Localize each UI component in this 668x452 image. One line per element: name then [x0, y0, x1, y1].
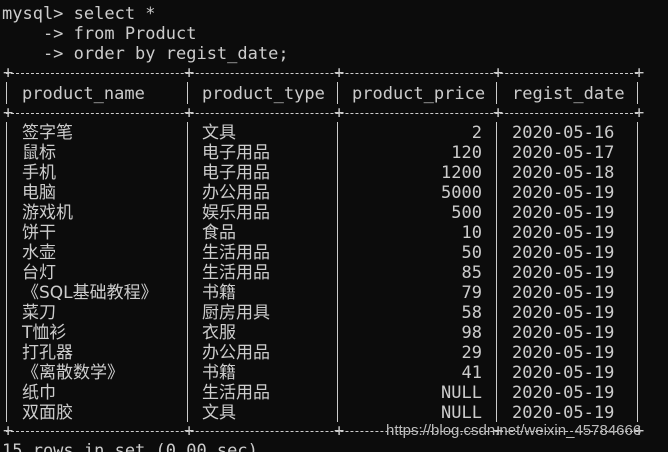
- column-header-regist-date: regist_date: [512, 84, 625, 104]
- regist-date-cell: 2020-05-19: [512, 243, 615, 263]
- product-price-cell: 120: [451, 143, 482, 163]
- table-border-rule: [6, 113, 638, 114]
- regist-date-cell: 2020-05-19: [512, 403, 615, 423]
- product-name-cell: 电脑: [22, 183, 56, 203]
- product-name-cell: 饼干: [22, 223, 56, 243]
- product-name-cell: 水壶: [22, 243, 56, 263]
- column-separator: [187, 82, 188, 104]
- product-name-cell: 纸巾: [22, 383, 56, 403]
- query-line-2: -> from Product: [2, 24, 197, 44]
- regist-date-cell: 2020-05-19: [512, 223, 615, 243]
- product-name-cell: 游戏机: [22, 203, 73, 223]
- table-border-joint: +: [3, 103, 14, 123]
- product-type-cell: 办公用品: [202, 183, 270, 203]
- table-border-joint: +: [334, 103, 345, 123]
- query-line-1: mysql> select *: [2, 4, 156, 24]
- regist-date-cell: 2020-05-19: [512, 383, 615, 403]
- column-separator: [337, 82, 338, 104]
- product-type-cell: 文具: [202, 123, 236, 143]
- regist-date-cell: 2020-05-19: [512, 203, 615, 223]
- regist-date-cell: 2020-05-19: [512, 283, 615, 303]
- product-name-cell: 《离散数学》: [22, 363, 124, 383]
- table-border-joint: +: [493, 63, 504, 83]
- product-price-cell: 2: [471, 123, 482, 143]
- row-count-status: 15 rows in set (0.00 sec): [2, 441, 258, 452]
- regist-date-cell: 2020-05-19: [512, 363, 615, 383]
- regist-date-cell: 2020-05-19: [512, 303, 615, 323]
- product-price-cell: 5000: [441, 183, 482, 203]
- regist-date-cell: 2020-05-18: [512, 163, 615, 183]
- product-price-cell: 98: [461, 323, 482, 343]
- regist-date-cell: 2020-05-19: [512, 343, 615, 363]
- product-price-cell: 41: [461, 363, 482, 383]
- product-price-cell: 29: [461, 343, 482, 363]
- query-line-3: -> order by regist_date;: [2, 44, 289, 64]
- regist-date-cell: 2020-05-16: [512, 123, 615, 143]
- product-price-cell: NULL: [441, 403, 482, 423]
- product-type-cell: 电子用品: [202, 163, 270, 183]
- product-type-cell: 书籍: [202, 283, 236, 303]
- product-type-cell: 食品: [202, 223, 236, 243]
- regist-date-cell: 2020-05-19: [512, 263, 615, 283]
- product-type-cell: 衣服: [202, 323, 236, 343]
- column-separator: [637, 122, 638, 422]
- regist-date-cell: 2020-05-17: [512, 143, 615, 163]
- product-price-cell: 79: [461, 283, 482, 303]
- regist-date-cell: 2020-05-19: [512, 323, 615, 343]
- product-price-cell: 50: [461, 243, 482, 263]
- product-type-cell: 娱乐用品: [202, 203, 270, 223]
- product-price-cell: 1200: [441, 163, 482, 183]
- table-border-joint: +: [184, 63, 195, 83]
- product-name-cell: 双面胶: [22, 403, 73, 423]
- product-type-cell: 文具: [202, 403, 236, 423]
- product-price-cell: NULL: [441, 383, 482, 403]
- table-border-joint: +: [3, 421, 14, 441]
- product-price-cell: 58: [461, 303, 482, 323]
- table-border-joint: +: [184, 421, 195, 441]
- table-border-joint: +: [634, 103, 645, 123]
- column-separator: [496, 82, 497, 104]
- product-type-cell: 生活用品: [202, 263, 270, 283]
- table-border-joint: +: [334, 63, 345, 83]
- table-border-rule: [6, 73, 638, 74]
- product-type-cell: 厨房用具: [202, 303, 270, 323]
- column-separator: [637, 82, 638, 104]
- product-name-cell: 打孔器: [22, 343, 73, 363]
- product-name-cell: T恤衫: [22, 323, 67, 343]
- regist-date-cell: 2020-05-19: [512, 183, 615, 203]
- column-separator: [6, 122, 7, 422]
- product-type-cell: 电子用品: [202, 143, 270, 163]
- product-name-cell: 《SQL基础教程》: [22, 283, 158, 303]
- product-name-cell: 签字笔: [22, 123, 73, 143]
- product-type-cell: 书籍: [202, 363, 236, 383]
- product-type-cell: 生活用品: [202, 243, 270, 263]
- table-border-joint: +: [3, 63, 14, 83]
- column-header-product-type: product_type: [202, 84, 325, 104]
- product-name-cell: 手机: [22, 163, 56, 183]
- product-type-cell: 办公用品: [202, 343, 270, 363]
- column-header-product-name: product_name: [22, 84, 145, 104]
- table-border-joint: +: [634, 63, 645, 83]
- product-price-cell: 500: [451, 203, 482, 223]
- column-separator: [496, 122, 497, 422]
- column-separator: [6, 82, 7, 104]
- product-price-cell: 10: [461, 223, 482, 243]
- column-header-product-price: product_price: [352, 84, 486, 104]
- product-name-cell: 台灯: [22, 263, 56, 283]
- table-border-joint: +: [184, 103, 195, 123]
- table-border-joint: +: [334, 421, 345, 441]
- terminal-window[interactable]: mysql> select * -> from Product -> order…: [0, 0, 668, 452]
- product-name-cell: 鼠标: [22, 143, 56, 163]
- column-separator: [187, 122, 188, 422]
- product-type-cell: 生活用品: [202, 383, 270, 403]
- product-name-cell: 菜刀: [22, 303, 56, 323]
- product-price-cell: 85: [461, 263, 482, 283]
- watermark-text: https://blog.csdn.net/weixin_45784666: [386, 422, 642, 439]
- table-border-joint: +: [493, 103, 504, 123]
